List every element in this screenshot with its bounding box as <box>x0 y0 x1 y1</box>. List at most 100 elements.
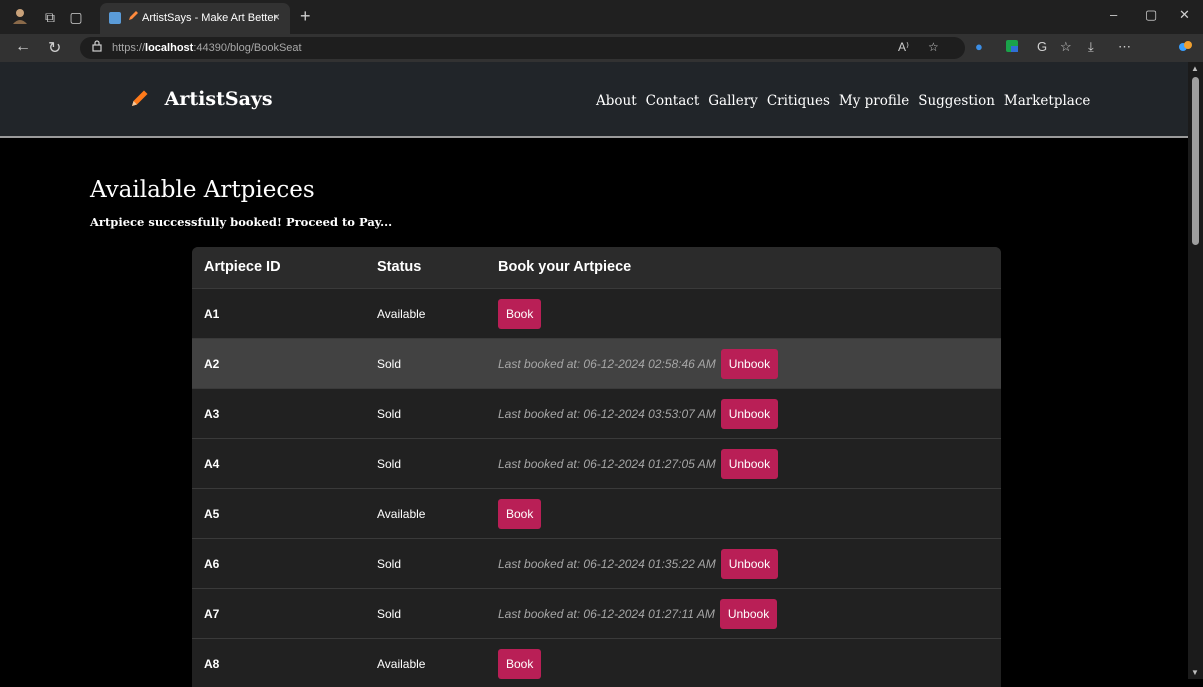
artpiece-id: A1 <box>204 307 220 321</box>
row-actions: Last booked at: 06-12-2024 02:58:46 AM U… <box>498 349 779 379</box>
page-favicon-icon <box>109 12 121 24</box>
table-row: A7 Sold Last booked at: 06-12-2024 01:27… <box>192 588 1001 638</box>
table-row: A5 Available Book <box>192 488 1001 538</box>
header-book: Book your Artpiece <box>498 259 632 275</box>
scroll-down-icon[interactable]: ▼ <box>1191 668 1199 677</box>
last-booked-text: Last booked at: 06-12-2024 01:27:05 AM <box>498 457 716 471</box>
table-row: A1 Available Book <box>192 288 1001 338</box>
artpiece-id: A6 <box>204 557 220 571</box>
g-extension-icon[interactable]: G <box>1037 39 1047 54</box>
url-host: localhost <box>145 42 194 54</box>
nav-gallery[interactable]: Gallery <box>708 93 758 109</box>
unbook-button[interactable]: Unbook <box>720 549 779 579</box>
favorites-icon[interactable]: ☆ <box>1060 39 1072 55</box>
extension-badge-icon[interactable] <box>1005 39 1019 56</box>
brand-name: ArtistSays <box>164 88 273 110</box>
site-header: ArtistSays About Contact Gallery Critiqu… <box>0 62 1188 138</box>
artpiece-id: A4 <box>204 457 220 471</box>
unbook-button[interactable]: Unbook <box>719 599 778 629</box>
last-booked-text: Last booked at: 06-12-2024 01:35:22 AM <box>498 557 716 571</box>
nav-marketplace[interactable]: Marketplace <box>1004 93 1090 109</box>
browser-tab-bar: ⧉ ▢ ArtistSays - Make Art Better × + – ▢… <box>0 0 1203 34</box>
minimize-button[interactable]: – <box>1110 7 1117 22</box>
artpiece-id: A5 <box>204 507 220 521</box>
row-actions: Last booked at: 06-12-2024 01:27:11 AM U… <box>498 599 778 629</box>
workspaces-icon[interactable]: ⧉ <box>40 7 60 27</box>
artpiece-status: Sold <box>377 457 402 471</box>
table-row: A6 Sold Last booked at: 06-12-2024 01:35… <box>192 538 1001 588</box>
nav-suggestion[interactable]: Suggestion <box>918 93 995 109</box>
tab-actions-icon[interactable]: ▢ <box>66 7 86 27</box>
new-tab-button[interactable]: + <box>300 6 311 27</box>
scroll-up-icon[interactable]: ▲ <box>1191 64 1199 73</box>
unbook-button[interactable]: Unbook <box>720 399 779 429</box>
tab-close-icon[interactable]: × <box>273 10 280 24</box>
profile-avatar-icon[interactable] <box>10 7 30 27</box>
last-booked-text: Last booked at: 06-12-2024 02:58:46 AM <box>498 357 716 371</box>
extension-icon[interactable]: ● <box>975 39 983 54</box>
artpieces-table: Artpiece ID Status Book your Artpiece A1… <box>192 247 1001 687</box>
artpiece-status: Available <box>377 507 426 521</box>
artpiece-id: A7 <box>204 607 220 621</box>
artpiece-status: Sold <box>377 607 402 621</box>
unbook-button[interactable]: Unbook <box>720 349 779 379</box>
table-row: A2 Sold Last booked at: 06-12-2024 02:58… <box>192 338 1001 388</box>
artpiece-status: Sold <box>377 357 402 371</box>
nav-contact[interactable]: Contact <box>646 93 700 109</box>
pencil-icon <box>128 10 139 24</box>
table-row: A3 Sold Last booked at: 06-12-2024 03:53… <box>192 388 1001 438</box>
book-button[interactable]: Book <box>498 299 542 329</box>
nav-about[interactable]: About <box>596 93 637 109</box>
row-actions: Book <box>498 649 542 679</box>
browser-toolbar: ← ↻ https://localhost:44390/blog/BookSea… <box>0 34 1203 62</box>
favorite-star-icon[interactable]: ☆ <box>928 40 939 54</box>
row-actions: Book <box>498 499 542 529</box>
unbook-button[interactable]: Unbook <box>720 449 779 479</box>
copilot-icon[interactable] <box>1178 39 1193 57</box>
table-header: Artpiece ID Status Book your Artpiece <box>192 247 1001 288</box>
restore-button[interactable]: ▢ <box>1145 7 1157 23</box>
main-nav: About Contact Gallery Critiques My profi… <box>596 93 1090 109</box>
header-status: Status <box>377 259 422 275</box>
row-actions: Last booked at: 06-12-2024 01:27:05 AM U… <box>498 449 779 479</box>
artpiece-status: Available <box>377 307 426 321</box>
artpiece-id: A8 <box>204 657 220 671</box>
artpiece-id: A3 <box>204 407 220 421</box>
url-text[interactable]: https://localhost:44390/blog/BookSeat <box>112 42 302 54</box>
last-booked-text: Last booked at: 06-12-2024 01:27:11 AM <box>498 607 715 621</box>
page-scrollbar[interactable]: ▲ ▼ <box>1188 62 1203 679</box>
url-prefix: https:// <box>112 42 146 54</box>
page-viewport: ArtistSays About Contact Gallery Critiqu… <box>0 62 1203 687</box>
lock-icon[interactable] <box>92 40 102 55</box>
artpiece-status: Sold <box>377 557 402 571</box>
window-close-button[interactable]: ✕ <box>1179 7 1190 23</box>
browser-tab[interactable]: ArtistSays - Make Art Better × <box>100 3 290 34</box>
read-aloud-icon[interactable]: A⁾ <box>898 40 909 54</box>
booking-success-message: Artpiece successfully booked! Proceed to… <box>90 215 393 229</box>
artpiece-status: Available <box>377 657 426 671</box>
scrollbar-thumb[interactable] <box>1192 77 1199 245</box>
row-actions: Last booked at: 06-12-2024 01:35:22 AM U… <box>498 549 779 579</box>
page-title: Available Artpieces <box>90 177 315 203</box>
refresh-icon[interactable]: ↻ <box>48 38 61 58</box>
url-path: :44390/blog/BookSeat <box>193 42 302 54</box>
nav-critiques[interactable]: Critiques <box>767 93 830 109</box>
table-row: A4 Sold Last booked at: 06-12-2024 01:27… <box>192 438 1001 488</box>
back-arrow-icon[interactable]: ← <box>15 38 31 56</box>
artpiece-status: Sold <box>377 407 402 421</box>
row-actions: Last booked at: 06-12-2024 03:53:07 AM U… <box>498 399 779 429</box>
table-row: A8 Available Book <box>192 638 1001 687</box>
artpiece-id: A2 <box>204 357 220 371</box>
downloads-icon[interactable]: ⤓ <box>1088 39 1094 55</box>
pencil-icon <box>130 88 157 110</box>
tab-title: ArtistSays - Make Art Better <box>142 12 278 24</box>
brand-link[interactable]: ArtistSays <box>130 88 273 110</box>
nav-my-profile[interactable]: My profile <box>839 93 909 109</box>
last-booked-text: Last booked at: 06-12-2024 03:53:07 AM <box>498 407 716 421</box>
header-artpiece-id: Artpiece ID <box>204 259 281 275</box>
row-actions: Book <box>498 299 542 329</box>
book-button[interactable]: Book <box>498 649 542 679</box>
more-icon[interactable]: ⋯ <box>1118 39 1131 55</box>
address-bar[interactable]: https://localhost:44390/blog/BookSeat A⁾… <box>80 37 965 59</box>
book-button[interactable]: Book <box>498 499 542 529</box>
